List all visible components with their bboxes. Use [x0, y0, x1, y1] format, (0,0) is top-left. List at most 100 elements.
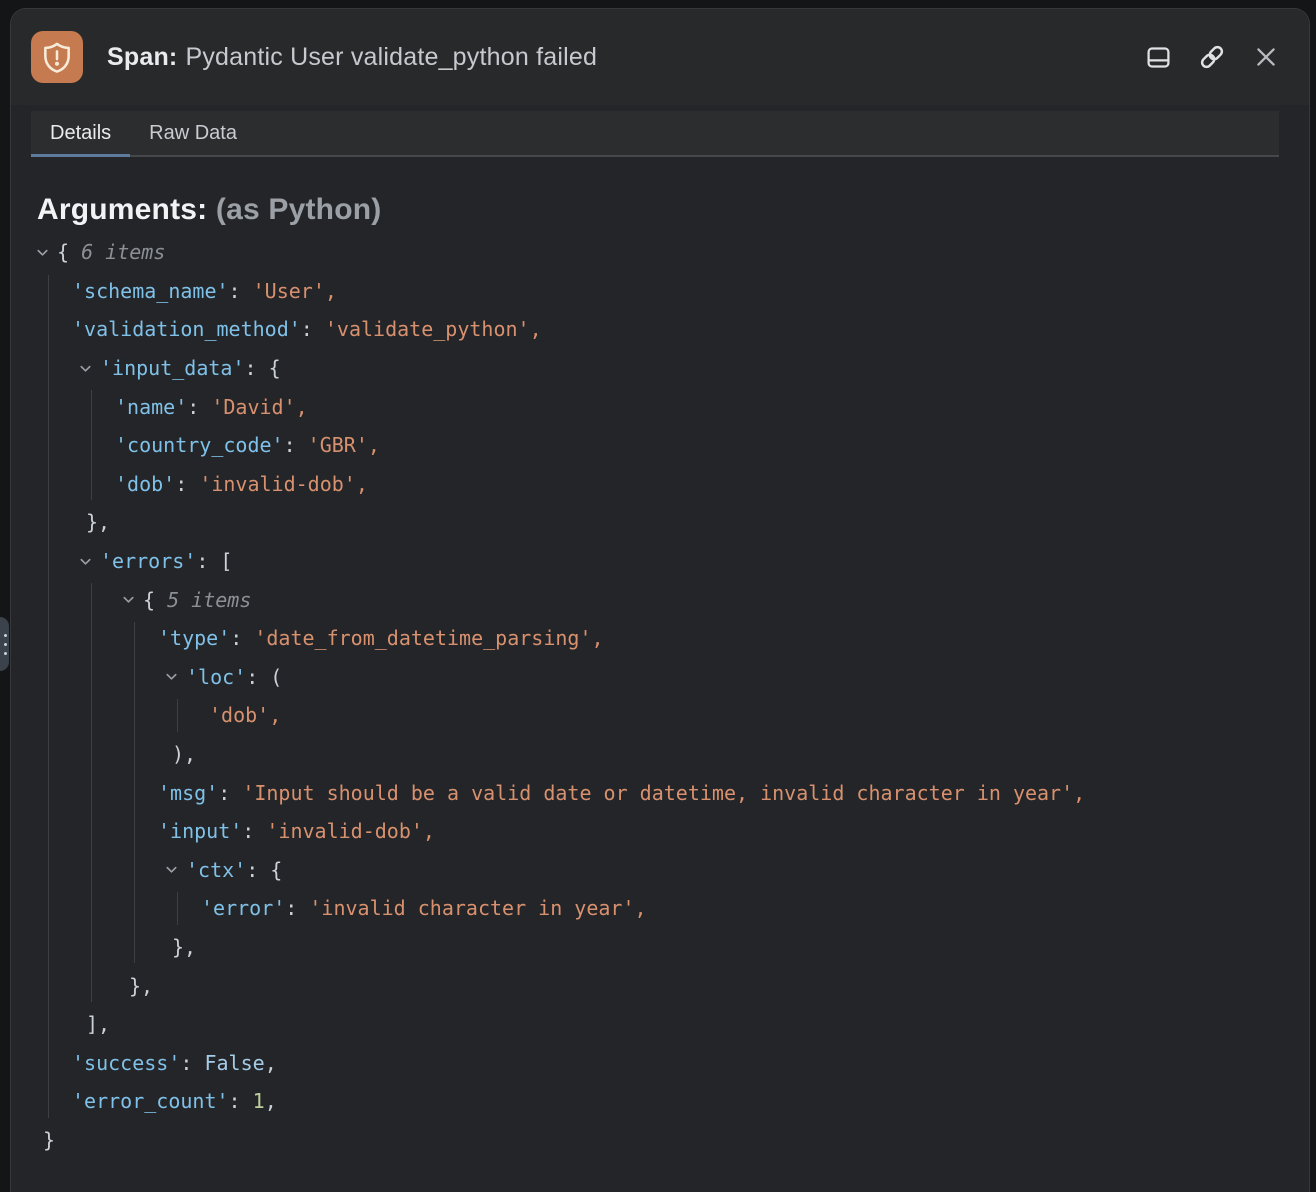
- code-token: :: [187, 395, 211, 419]
- code-token: 'dob',: [209, 703, 281, 727]
- code-token: 'date_from_datetime_parsing',: [254, 626, 603, 650]
- code-token: ,: [265, 1089, 277, 1113]
- code-token: },: [172, 935, 196, 959]
- arguments-heading-sub: (as Python): [216, 193, 382, 226]
- code-token: 'type': [158, 626, 230, 650]
- close-icon[interactable]: [1251, 42, 1281, 72]
- code-token: :: [284, 433, 308, 457]
- collapse-caret-icon[interactable]: [78, 361, 94, 376]
- code-token: 'dob': [115, 472, 175, 496]
- indent-guide: [134, 622, 135, 963]
- code-line: },: [29, 966, 1309, 1005]
- code-token: 'error': [201, 896, 285, 920]
- code-token: 'country_code': [115, 433, 284, 457]
- span-kind-label: Span:: [107, 43, 177, 71]
- code-token: ,: [265, 1051, 277, 1075]
- code-line: 'type': 'date_from_datetime_parsing',: [29, 619, 1309, 658]
- code-token: : {: [246, 858, 282, 882]
- code-token: :: [229, 279, 253, 303]
- arguments-tree: { 6 items'schema_name': 'User','validati…: [29, 233, 1309, 1159]
- code-token: :: [285, 896, 309, 920]
- code-line: { 5 items: [29, 580, 1309, 619]
- code-token: : (: [246, 665, 282, 689]
- code-line: 'success': False,: [29, 1043, 1309, 1082]
- code-line: },: [29, 928, 1309, 967]
- tab-raw-data[interactable]: Raw Data: [130, 111, 256, 155]
- panel-header: Span: Pydantic User validate_python faile…: [11, 9, 1309, 105]
- code-token: 'invalid character in year',: [309, 896, 646, 920]
- panel-bottom-icon[interactable]: [1143, 42, 1173, 72]
- indent-guide: [48, 275, 49, 1118]
- code-token: 5 items: [167, 588, 251, 612]
- code-line: 'dob',: [29, 696, 1309, 735]
- code-line: 'input_data': {: [29, 349, 1309, 388]
- code-token: :: [175, 472, 199, 496]
- code-line: 'errors': [: [29, 542, 1309, 581]
- arguments-heading: Arguments: (as Python): [37, 193, 1309, 227]
- drawer-resize-handle[interactable]: [0, 617, 9, 671]
- code-token: :: [242, 819, 266, 843]
- code-token: : {: [245, 356, 281, 380]
- code-token: ],: [86, 1012, 110, 1036]
- code-line: { 6 items: [29, 233, 1309, 272]
- code-token: 1: [253, 1089, 265, 1113]
- code-token: :: [218, 781, 242, 805]
- code-token: 'input_data': [100, 356, 245, 380]
- code-token: 'GBR',: [308, 433, 380, 457]
- code-token: {: [57, 240, 81, 264]
- code-token: :: [180, 1051, 204, 1075]
- code-token: 'loc': [186, 665, 246, 689]
- code-token: 'errors': [100, 549, 196, 573]
- code-line: 'input': 'invalid-dob',: [29, 812, 1309, 851]
- code-token: }: [43, 1128, 55, 1152]
- collapse-caret-icon[interactable]: [121, 592, 137, 607]
- code-line: ),: [29, 735, 1309, 774]
- collapse-caret-icon[interactable]: [164, 669, 180, 684]
- header-actions: [1143, 42, 1281, 72]
- warning-shield-icon: [31, 31, 83, 83]
- code-token: 'validation_method': [72, 317, 301, 341]
- code-line: 'ctx': {: [29, 851, 1309, 890]
- tab-bar: Details Raw Data: [31, 111, 1279, 157]
- collapse-caret-icon[interactable]: [164, 862, 180, 877]
- code-line: 'name': 'David',: [29, 387, 1309, 426]
- code-token: 'User',: [253, 279, 337, 303]
- tab-details[interactable]: Details: [31, 111, 130, 155]
- code-line: ],: [29, 1005, 1309, 1044]
- code-token: :: [230, 626, 254, 650]
- code-token: : [: [196, 549, 232, 573]
- copy-link-icon[interactable]: [1197, 42, 1227, 72]
- code-line: }: [29, 1121, 1309, 1160]
- arguments-heading-main: Arguments:: [37, 193, 207, 226]
- code-token: },: [86, 510, 110, 534]
- collapse-caret-icon[interactable]: [35, 245, 51, 260]
- code-token: False: [204, 1051, 264, 1075]
- code-line: },: [29, 503, 1309, 542]
- code-token: {: [143, 588, 167, 612]
- code-line: 'msg': 'Input should be a valid date or …: [29, 773, 1309, 812]
- code-token: 'Input should be a valid date or datetim…: [242, 781, 1085, 805]
- panel-title: Span: Pydantic User validate_python faile…: [107, 43, 597, 72]
- code-token: 'msg': [158, 781, 218, 805]
- code-token: :: [229, 1089, 253, 1113]
- code-token: 'David',: [211, 395, 307, 419]
- span-detail-panel: Span: Pydantic User validate_python faile…: [10, 8, 1310, 1192]
- span-title-text: Pydantic User validate_python failed: [185, 43, 597, 71]
- code-token: 6 items: [81, 240, 165, 264]
- code-line: 'loc': (: [29, 658, 1309, 697]
- indent-guide: [91, 390, 92, 500]
- code-token: :: [301, 317, 325, 341]
- code-line: 'dob': 'invalid-dob',: [29, 465, 1309, 504]
- collapse-caret-icon[interactable]: [78, 554, 94, 569]
- indent-guide: [177, 699, 178, 732]
- code-token: ),: [172, 742, 196, 766]
- code-line: 'country_code': 'GBR',: [29, 426, 1309, 465]
- code-token: },: [129, 974, 153, 998]
- code-line: 'schema_name': 'User',: [29, 272, 1309, 311]
- code-token: 'ctx': [186, 858, 246, 882]
- indent-guide: [91, 583, 92, 1002]
- code-line: 'error_count': 1,: [29, 1082, 1309, 1121]
- app-background: Span: Pydantic User validate_python faile…: [0, 0, 1316, 1192]
- code-token: 'validate_python',: [325, 317, 542, 341]
- code-token: 'schema_name': [72, 279, 229, 303]
